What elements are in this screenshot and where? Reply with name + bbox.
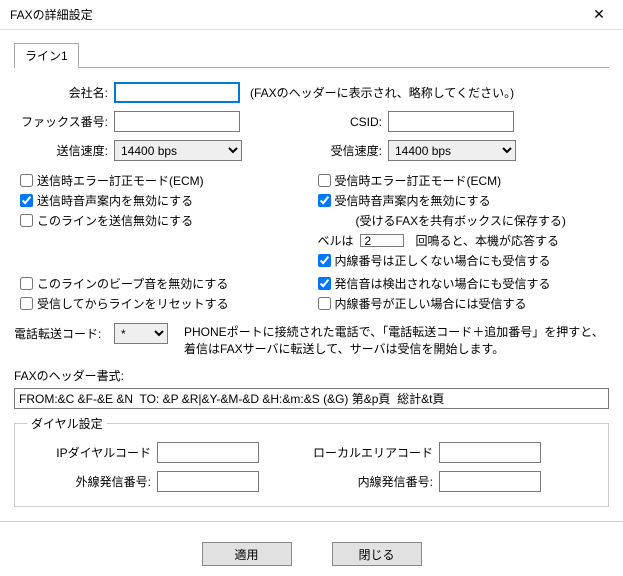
csid-field[interactable]: [388, 111, 514, 132]
label-recv-speed: 受信速度:: [242, 142, 388, 159]
chk-ext-correct-recv[interactable]: 内線番号が正しい場合には受信する: [312, 295, 610, 312]
checkbox-icon[interactable]: [318, 194, 331, 207]
tab-line1[interactable]: ライン1: [14, 43, 79, 68]
checkbox-icon[interactable]: [318, 297, 331, 310]
label-transfer-code: 電話転送コード:: [14, 323, 114, 342]
label-out-dial: 外線発信番号:: [27, 473, 157, 490]
company-field[interactable]: [114, 82, 240, 103]
fax-number-field[interactable]: [114, 111, 240, 132]
button-row: 適用 閉じる: [0, 532, 623, 576]
label-csid: CSID:: [240, 115, 388, 129]
label-ip-dial: IPダイヤルコード: [27, 444, 157, 461]
legend-dial: ダイヤル設定: [27, 415, 107, 432]
tabset: ライン1: [14, 42, 609, 68]
row-transfer: 電話転送コード: * PHONEポートに接続された電話で、「電話転送コード＋追加…: [14, 323, 609, 357]
row-bells: ベルは 回鳴ると、本機が応答する: [312, 232, 610, 249]
divider: [0, 521, 623, 522]
titlebar: FAXの詳細設定 ✕: [0, 0, 623, 30]
recv-save-shared-note: (受けるFAXを共有ボックスに保存する): [312, 212, 610, 229]
chk-ext-wrong-recv[interactable]: 内線番号は正しくない場合にも受信する: [312, 252, 610, 269]
header-format-field[interactable]: [14, 388, 609, 409]
checkbox-icon[interactable]: [318, 277, 331, 290]
checkbox-columns: 送信時エラー訂正モード(ECM) 送信時音声案内を無効にする このラインを送信無…: [14, 169, 609, 272]
checkbox-icon[interactable]: [318, 254, 331, 267]
checkbox-icon[interactable]: [20, 214, 33, 227]
chk-line-beep-disable[interactable]: このラインのビープ音を無効にする: [14, 275, 312, 292]
transfer-note: PHONEポートに接続された電話で、「電話転送コード＋追加番号」を押すと、 着信…: [168, 323, 604, 357]
chk-line-send-disable[interactable]: このラインを送信無効にする: [14, 212, 312, 229]
apply-button[interactable]: 適用: [202, 542, 292, 566]
dial-settings-group: ダイヤル設定 IPダイヤルコード ローカルエリアコード 外線発信番号: 内線発信…: [14, 415, 609, 507]
left-col2: このラインのビープ音を無効にする 受信してからラインをリセットする: [14, 272, 312, 315]
chk-send-audio-disable[interactable]: 送信時音声案内を無効にする: [14, 192, 312, 209]
recv-speed-select[interactable]: 14400 bps: [388, 140, 516, 161]
checkbox-icon[interactable]: [20, 297, 33, 310]
label-bells-prefix: ベルは: [318, 232, 360, 249]
chk-send-ecm[interactable]: 送信時エラー訂正モード(ECM): [14, 172, 312, 189]
checkbox-columns2: このラインのビープ音を無効にする 受信してからラインをリセットする 発信音は検出…: [14, 272, 609, 315]
checkbox-icon[interactable]: [20, 277, 33, 290]
transfer-note-1: PHONEポートに接続された電話で、「電話転送コード＋追加番号」を押すと、: [184, 323, 604, 340]
label-in-dial: 内線発信番号:: [259, 473, 439, 490]
right-col: 受信時エラー訂正モード(ECM) 受信時音声案内を無効にする (受けるFAXを共…: [312, 169, 610, 272]
row-company: 会社名: (FAXのヘッダーに表示され、略称してください。): [14, 82, 609, 103]
window-title: FAXの詳細設定: [10, 6, 577, 23]
label-company: 会社名:: [14, 84, 114, 101]
label-local-area: ローカルエリアコード: [259, 444, 439, 461]
label-fax-number: ファックス番号:: [14, 113, 114, 130]
local-area-field[interactable]: [439, 442, 541, 463]
left-col: 送信時エラー訂正モード(ECM) 送信時音声案内を無効にする このラインを送信無…: [14, 169, 312, 272]
transfer-note-2: 着信はFAXサーバに転送して、サーバは受信を開始します。: [184, 340, 604, 357]
row-speed: 送信速度: 14400 bps 受信速度: 14400 bps: [14, 140, 609, 161]
row-dial2: 外線発信番号: 内線発信番号:: [27, 471, 596, 492]
transfer-code-select[interactable]: *: [114, 323, 168, 344]
checkbox-icon[interactable]: [20, 174, 33, 187]
chk-tone-not-detected-recv[interactable]: 発信音は検出されない場合にも受信する: [312, 275, 610, 292]
chk-recv-ecm[interactable]: 受信時エラー訂正モード(ECM): [312, 172, 610, 189]
ip-dial-field[interactable]: [157, 442, 259, 463]
row-faxnumber: ファックス番号: CSID:: [14, 111, 609, 132]
label-bells-suffix: 回鳴ると、本機が応答する: [408, 232, 560, 249]
right-col2: 発信音は検出されない場合にも受信する 内線番号が正しい場合には受信する: [312, 272, 610, 315]
in-dial-field[interactable]: [439, 471, 541, 492]
chk-recv-audio-disable[interactable]: 受信時音声案内を無効にする: [312, 192, 610, 209]
label-send-speed: 送信速度:: [14, 142, 114, 159]
checkbox-icon[interactable]: [318, 174, 331, 187]
label-header-format: FAXのヘッダー書式:: [14, 367, 609, 384]
close-button[interactable]: 閉じる: [332, 542, 422, 566]
company-hint: (FAXのヘッダーに表示され、略称してください。): [240, 84, 514, 101]
bells-field[interactable]: [360, 234, 404, 247]
dialog-content: ライン1 会社名: (FAXのヘッダーに表示され、略称してください。) ファック…: [0, 30, 623, 515]
send-speed-select[interactable]: 14400 bps: [114, 140, 242, 161]
row-dial1: IPダイヤルコード ローカルエリアコード: [27, 442, 596, 463]
close-icon[interactable]: ✕: [577, 1, 621, 29]
chk-reset-after-recv[interactable]: 受信してからラインをリセットする: [14, 295, 312, 312]
out-dial-field[interactable]: [157, 471, 259, 492]
checkbox-icon[interactable]: [20, 194, 33, 207]
